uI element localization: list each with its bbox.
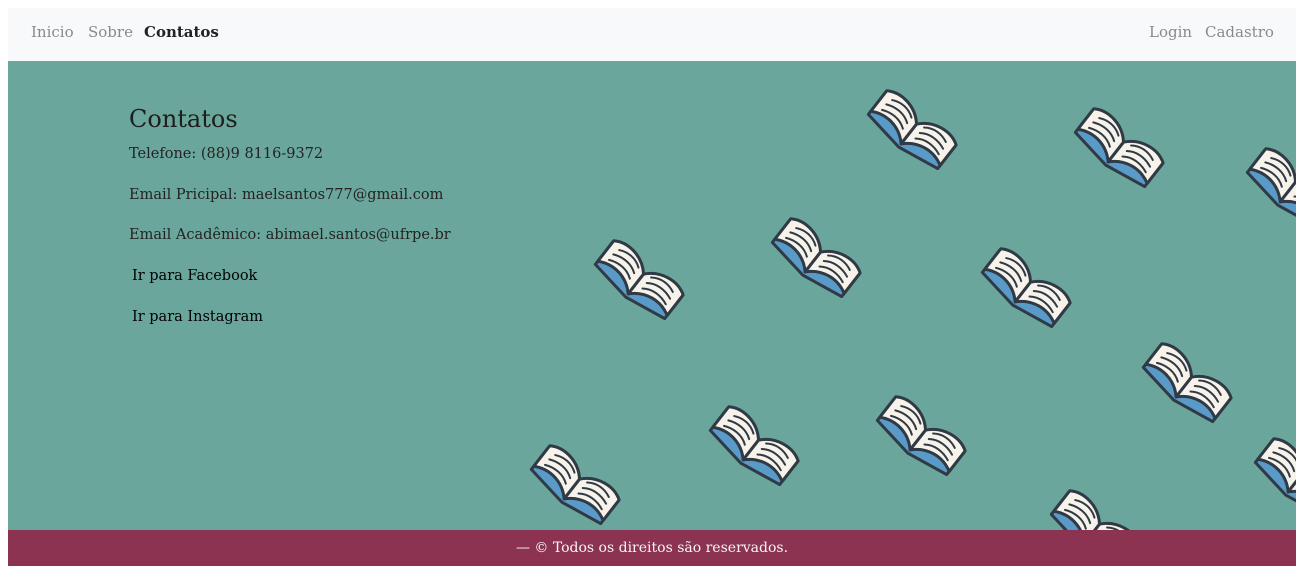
open-book-icon xyxy=(862,85,961,176)
facebook-link[interactable]: Ir para Facebook xyxy=(132,268,257,284)
open-book-icon xyxy=(704,401,803,492)
navbar: Inicio Sobre Contatos Login Cadastro xyxy=(8,8,1296,61)
page: Inicio Sobre Contatos Login Cadastro Con… xyxy=(8,8,1296,566)
nav-link-cadastro[interactable]: Cadastro xyxy=(1205,23,1274,41)
open-book-icon xyxy=(1069,103,1168,194)
contact-title: Contatos xyxy=(129,105,238,133)
open-book-icon xyxy=(1045,485,1144,530)
open-book-icon xyxy=(525,440,624,530)
open-book-icon xyxy=(1241,143,1296,234)
nav-link-login[interactable]: Login xyxy=(1149,23,1192,41)
open-book-icon xyxy=(1137,338,1236,429)
open-book-icon xyxy=(589,235,688,326)
academic-email-text: Email Acadêmico: abimael.santos@ufrpe.br xyxy=(129,227,451,243)
open-book-icon xyxy=(1249,433,1296,524)
primary-email-text: Email Pricipal: maelsantos777@gmail.com xyxy=(129,187,444,203)
nav-link-sobre[interactable]: Sobre xyxy=(88,23,133,41)
nav-link-inicio[interactable]: Inicio xyxy=(31,23,74,41)
open-book-icon xyxy=(976,243,1075,334)
open-book-icon xyxy=(766,213,865,304)
contact-hero: Contatos Telefone: (88)9 8116-9372 Email… xyxy=(8,61,1296,530)
nav-link-contatos[interactable]: Contatos xyxy=(144,23,219,41)
footer-copyright: — © Todos os direitos são reservados. xyxy=(515,540,789,556)
instagram-link[interactable]: Ir para Instagram xyxy=(132,309,263,325)
footer: — © Todos os direitos são reservados. xyxy=(8,530,1296,566)
phone-text: Telefone: (88)9 8116-9372 xyxy=(129,146,324,162)
open-book-icon xyxy=(871,391,970,482)
